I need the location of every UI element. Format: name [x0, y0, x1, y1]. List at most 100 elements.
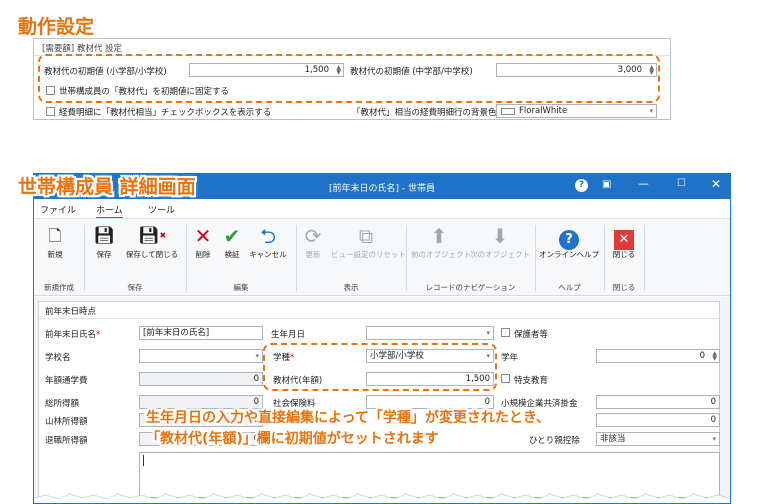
note-line-1: 生年月日の入力や直接編集によって「学種」が変更されたとき、 — [146, 410, 550, 426]
group-close: 閉じる — [612, 283, 636, 292]
ribbon: 🗋 新規 💾︎ 保存 💾︎✖ 保存して閉じる ✕ 削除 ✔ 検証 ⮌ キャンセル… — [34, 218, 730, 296]
income-total-label: 総所得額 — [45, 399, 80, 409]
callout-settings-title: 動作設定 — [18, 16, 95, 38]
cancel-button[interactable]: ⮌ キャンセル — [248, 223, 288, 260]
checkmark-icon: ✔ — [223, 224, 241, 248]
next-object-label: 次のオブジェクト — [470, 250, 530, 259]
show-material-checkbox[interactable] — [46, 107, 55, 116]
group-new-create: 新規作成 — [44, 283, 74, 292]
birth-label: 生年月日 — [271, 330, 306, 340]
special-edu-checkbox[interactable] — [501, 374, 510, 383]
verify-label: 検証 — [224, 250, 240, 259]
special-edu-label: 特支教育 — [514, 376, 549, 386]
single-parent-value: 非該当 — [600, 434, 626, 444]
title-help-icon[interactable]: ? — [575, 179, 588, 192]
extra-amount-input[interactable]: 0 — [596, 413, 720, 427]
save-label: 保存 — [96, 250, 112, 259]
settings-group-title: [需要額] 教材代 設定 — [42, 44, 123, 54]
name-input[interactable]: [前年末日の氏名] — [139, 326, 263, 340]
group-edit: 編集 — [233, 283, 249, 292]
highlight-initial-values — [38, 54, 660, 103]
refresh-button[interactable]: ⟳ 更新 — [300, 223, 326, 260]
chevron-down-icon[interactable]: ▾ — [486, 327, 490, 339]
household-member-window: [前年末日の氏名] - 世帯員 ? ▣ — ☐ ✕ ファイル ホーム ツール 🗋… — [33, 173, 731, 504]
divider — [644, 225, 645, 291]
bg-color-select[interactable]: FloralWhite ▾ — [496, 104, 657, 118]
menu-file[interactable]: ファイル — [40, 203, 76, 216]
form-section: 前年末日時点 前年末日氏名* [前年末日の氏名] 生年月日 ▾ 保護者等 学校名… — [38, 301, 720, 501]
highlight-school-material — [263, 343, 497, 391]
school-name-label: 学校名 — [45, 353, 71, 363]
close-button[interactable]: ✕ 閉じる — [611, 223, 637, 260]
refresh-icon: ⟳ — [304, 224, 322, 248]
menu-tools[interactable]: ツール — [148, 203, 175, 216]
note-line-2: 「教材代(年額)」欄に初期値がセットされます — [146, 431, 439, 447]
chevron-down-icon[interactable]: ▾ — [255, 350, 259, 362]
new-button[interactable]: 🗋 新規 — [42, 223, 68, 260]
group-help: ヘルプ — [558, 283, 581, 292]
save-close-label: 保存して閉じる — [125, 250, 179, 259]
small-biz-input[interactable]: 0 — [596, 395, 720, 409]
name-label: 前年末日氏名* — [45, 328, 100, 340]
arrow-down-circle-icon: ⬇ — [491, 224, 509, 248]
delete-x-icon: ✕ — [194, 224, 212, 248]
spin-icon[interactable]: ▲ ▼ — [712, 351, 717, 362]
torn-edge — [34, 493, 730, 503]
bg-color-label: 「教材代」相当の経費明細行の背景色 — [352, 108, 497, 118]
name-label-text: 前年末日氏名 — [45, 330, 97, 340]
view-reset-icon: ⧉ — [358, 224, 374, 248]
school-name-select[interactable]: ▾ — [139, 349, 263, 363]
next-object-button[interactable]: ⬇ 次のオブジェクト — [470, 223, 530, 260]
verify-button[interactable]: ✔ 検証 — [220, 223, 244, 260]
save-icon: 💾︎ — [93, 226, 115, 246]
guardian-label: 保護者等 — [514, 330, 549, 340]
arrow-up-circle-icon: ⬆ — [430, 224, 448, 248]
section-title: 前年末日時点 — [45, 307, 97, 317]
group-save: 保存 — [127, 283, 143, 292]
commute-label: 年額通学費 — [45, 376, 88, 386]
retire-label: 退職所得額 — [45, 436, 88, 446]
divider — [39, 318, 719, 319]
prev-object-label: 前のオブジェクト — [411, 250, 471, 259]
close-icon: ✕ — [611, 223, 637, 250]
save-button[interactable]: 💾︎ 保存 — [91, 223, 117, 260]
menu-home[interactable]: ホーム — [96, 203, 123, 219]
color-swatch — [501, 108, 515, 115]
online-help-button[interactable]: ? オンラインヘルプ — [539, 223, 599, 260]
text-cursor — [143, 455, 144, 466]
save-close-icon: 💾︎✖ — [137, 226, 167, 246]
minimize-icon[interactable]: — — [638, 177, 649, 190]
form-area: 前年末日時点 前年末日氏名* [前年末日の氏名] 生年月日 ▾ 保護者等 学校名… — [34, 297, 730, 503]
grade-input[interactable]: 0 ▲ ▼ — [596, 349, 720, 363]
forest-label: 山林所得額 — [45, 417, 88, 427]
save-close-button[interactable]: 💾︎✖ 保存して閉じる — [122, 223, 182, 260]
refresh-label: 更新 — [305, 250, 321, 259]
show-material-label: 経費明細に「教材代相当」チェックボックスを表示する — [59, 108, 272, 118]
group-nav: レコードのナビゲーション — [425, 283, 516, 292]
group-display: 表示 — [343, 283, 359, 292]
help-icon: ? — [539, 223, 599, 250]
single-parent-select[interactable]: 非該当 ▾ — [596, 432, 720, 446]
new-label: 新規 — [47, 250, 63, 259]
birth-date-input[interactable]: ▾ — [366, 326, 494, 340]
chevron-down-icon[interactable]: ▾ — [712, 433, 716, 445]
menu-bar: ファイル ホーム ツール — [34, 199, 730, 219]
grade-label: 学年 — [501, 353, 519, 363]
close-label: 閉じる — [612, 250, 636, 259]
single-parent-label: ひとり親控除 — [529, 436, 580, 446]
online-help-label: オンラインヘルプ — [539, 250, 599, 259]
maximize-icon[interactable]: ☐ — [677, 178, 686, 189]
delete-button[interactable]: ✕ 削除 — [191, 223, 215, 260]
required-mark: * — [96, 330, 101, 340]
prev-object-button[interactable]: ⬆ 前のオブジェクト — [411, 223, 471, 260]
view-reset-label: ビュー設定のリセット — [331, 250, 406, 259]
window-layout-icon[interactable]: ▣ — [602, 179, 611, 190]
callout-detail-title: 世帯構成員 詳細画面 — [18, 176, 196, 198]
guardian-checkbox[interactable] — [501, 328, 510, 337]
commute-input[interactable]: 0 — [139, 372, 263, 386]
close-window-icon[interactable]: ✕ — [711, 177, 721, 191]
chevron-down-icon[interactable]: ▾ — [649, 105, 653, 117]
bg-color-value: FloralWhite — [519, 106, 568, 116]
new-document-icon: 🗋 — [48, 226, 62, 245]
view-reset-button[interactable]: ⧉ ビュー設定のリセット — [331, 223, 406, 260]
